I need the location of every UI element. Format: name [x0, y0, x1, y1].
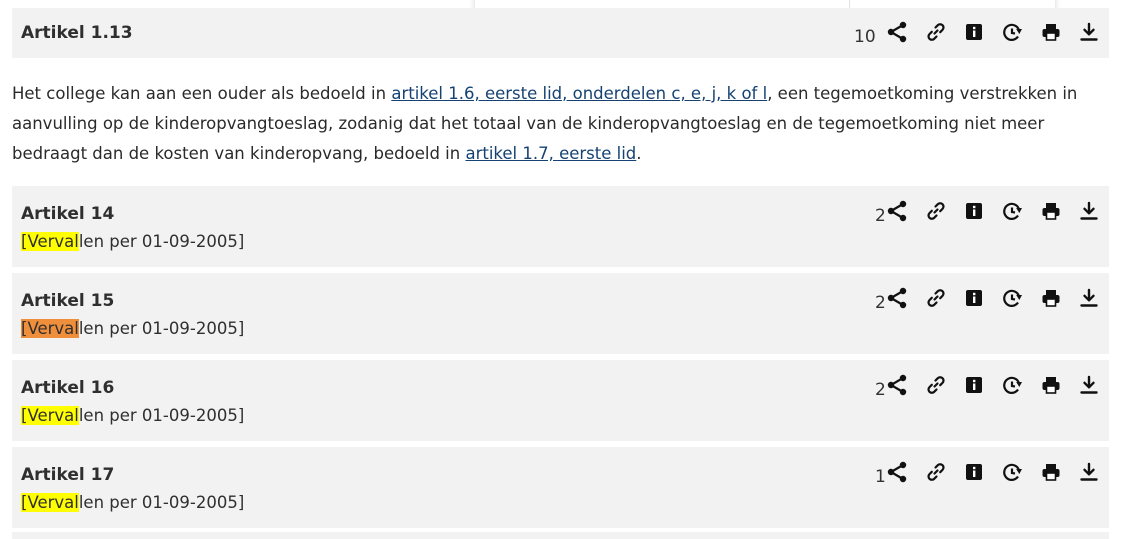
- reference-count: 1: [875, 467, 886, 487]
- reference-count: 2: [875, 206, 886, 226]
- status-rest: len per 01-09-2005]: [78, 493, 245, 512]
- article-title: Artikel 1.13: [21, 23, 133, 43]
- article-toolbar: 1: [864, 461, 1104, 487]
- info-icon[interactable]: [963, 287, 985, 309]
- info-icon[interactable]: [963, 374, 985, 396]
- article-toolbar: 2: [864, 287, 1104, 313]
- share-icon[interactable]: [887, 461, 909, 483]
- article-title: Artikel 14: [21, 204, 115, 224]
- body-text-part1: Het college kan aan een ouder als bedoel…: [12, 84, 392, 103]
- article-status: [Vervallen per 01-09-2005]: [21, 319, 244, 338]
- article-link-1-7[interactable]: artikel 1.7, eerste lid: [465, 144, 636, 163]
- reference-count: 2: [875, 380, 886, 400]
- download-icon[interactable]: [1078, 287, 1100, 309]
- link-icon[interactable]: [925, 21, 947, 43]
- article-status: [Vervallen per 01-09-2005]: [21, 406, 244, 425]
- article-17: Artikel 17 [Vervallen per 01-09-2005] 1: [12, 447, 1109, 528]
- article-status: [Vervallen per 01-09-2005]: [21, 493, 244, 512]
- status-rest: len per 01-09-2005]: [78, 406, 245, 425]
- article-title: Artikel 15: [21, 291, 115, 311]
- article-toolbar: 2: [864, 200, 1104, 226]
- print-icon[interactable]: [1040, 287, 1062, 309]
- link-icon[interactable]: [925, 287, 947, 309]
- article-link-1-6[interactable]: artikel 1.6, eerste lid, onderdelen c, e…: [391, 84, 767, 103]
- article-toolbar: 10: [854, 21, 1104, 47]
- article-title: Artikel 16: [21, 378, 115, 398]
- download-icon[interactable]: [1078, 374, 1100, 396]
- link-icon[interactable]: [925, 461, 947, 483]
- link-icon[interactable]: [925, 374, 947, 396]
- print-icon[interactable]: [1040, 21, 1062, 43]
- article-15: Artikel 15 [Vervallen per 01-09-2005] 2: [12, 273, 1109, 354]
- info-icon[interactable]: [963, 200, 985, 222]
- history-icon[interactable]: [1001, 374, 1023, 396]
- status-rest: len per 01-09-2005]: [78, 232, 245, 251]
- share-icon[interactable]: [887, 200, 909, 222]
- history-icon[interactable]: [1001, 461, 1023, 483]
- share-icon[interactable]: [887, 21, 909, 43]
- info-icon[interactable]: [963, 461, 985, 483]
- download-icon[interactable]: [1078, 21, 1100, 43]
- search-highlight-active: Verval: [27, 319, 79, 338]
- print-icon[interactable]: [1040, 461, 1062, 483]
- search-highlight: Verval: [27, 232, 79, 251]
- article-title: Artikel 17: [21, 465, 115, 485]
- article-16: Artikel 16 [Vervallen per 01-09-2005] 2: [12, 360, 1109, 441]
- reference-count: 2: [875, 293, 886, 313]
- search-highlight: Verval: [27, 406, 79, 425]
- status-rest: len per 01-09-2005]: [78, 319, 245, 338]
- reference-count: 10: [854, 27, 876, 47]
- print-icon[interactable]: [1040, 200, 1062, 222]
- info-icon[interactable]: [963, 21, 985, 43]
- history-icon[interactable]: [1001, 200, 1023, 222]
- article-14: Artikel 14 [Vervallen per 01-09-2005] 2: [12, 186, 1109, 267]
- download-icon[interactable]: [1078, 200, 1100, 222]
- share-icon[interactable]: [887, 374, 909, 396]
- search-highlight: Verval: [27, 493, 79, 512]
- article-status: [Vervallen per 01-09-2005]: [21, 232, 244, 251]
- share-icon[interactable]: [887, 287, 909, 309]
- download-icon[interactable]: [1078, 461, 1100, 483]
- article-body-text: Het college kan aan een ouder als bedoel…: [12, 79, 1102, 169]
- history-icon[interactable]: [1001, 287, 1023, 309]
- article-toolbar: 2: [864, 374, 1104, 400]
- body-text-part3: .: [636, 144, 642, 163]
- next-article-edge: [12, 532, 1109, 539]
- history-icon[interactable]: [1001, 21, 1023, 43]
- article-1-13: Artikel 1.13 10: [12, 8, 1109, 58]
- print-icon[interactable]: [1040, 374, 1062, 396]
- link-icon[interactable]: [925, 200, 947, 222]
